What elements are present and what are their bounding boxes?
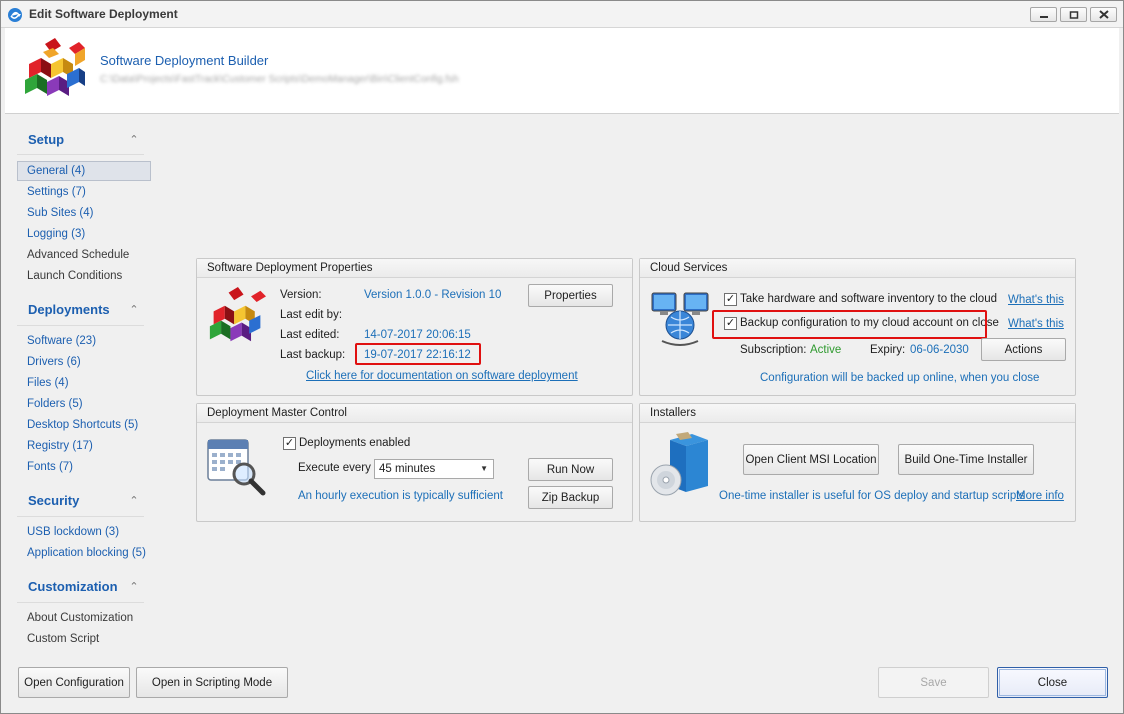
documentation-link[interactable]: Click here for documentation on software… — [306, 370, 578, 382]
subscription-label: Subscription: — [740, 344, 807, 356]
collapse-chevron-icon[interactable]: ⌃ — [128, 303, 140, 316]
sidebar-item-desktop-shortcuts[interactable]: Desktop Shortcuts (5) — [17, 415, 151, 435]
divider — [17, 516, 144, 517]
whats-this-link-backup[interactable]: What's this — [1008, 318, 1064, 330]
maximize-button[interactable] — [1060, 7, 1087, 22]
version-label: Version: — [280, 289, 322, 301]
sidebar-item-fonts[interactable]: Fonts (7) — [17, 457, 151, 477]
zip-backup-button[interactable]: Zip Backup — [528, 486, 613, 509]
section-customization-heading[interactable]: Customization — [28, 579, 118, 594]
run-now-button[interactable]: Run Now — [528, 458, 613, 481]
installer-box-icon — [650, 432, 708, 496]
whats-this-link-inventory[interactable]: What's this — [1008, 294, 1064, 306]
sidebar-item-software[interactable]: Software (23) — [17, 331, 151, 351]
build-installer-button[interactable]: Build One-Time Installer — [898, 444, 1034, 475]
software-blocks-icon — [209, 287, 266, 342]
sidebar-item-registry[interactable]: Registry (17) — [17, 436, 151, 456]
open-scripting-mode-button[interactable]: Open in Scripting Mode — [136, 667, 288, 698]
execution-note: An hourly execution is typically suffici… — [298, 490, 503, 502]
close-button[interactable]: Close — [997, 667, 1108, 698]
sidebar-item-files[interactable]: Files (4) — [17, 373, 151, 393]
properties-panel-title: Software Deployment Properties — [197, 259, 632, 278]
sidebar-item-custom-script[interactable]: Custom Script — [17, 629, 151, 649]
sidebar-item-logging[interactable]: Logging (3) — [17, 224, 151, 244]
actions-button[interactable]: Actions — [981, 338, 1066, 361]
cloud-panel-title: Cloud Services — [640, 259, 1075, 278]
open-configuration-button[interactable]: Open Configuration — [18, 667, 130, 698]
section-deployments-heading[interactable]: Deployments — [28, 302, 110, 317]
properties-panel: Software Deployment Properties Version: … — [196, 258, 633, 396]
collapse-chevron-icon[interactable]: ⌃ — [128, 494, 140, 507]
expiry-label: Expiry: — [870, 344, 906, 356]
installer-note: One-time installer is useful for OS depl… — [719, 490, 1026, 502]
open-msi-location-button[interactable]: Open Client MSI Location — [743, 444, 879, 475]
software-blocks-logo-icon — [25, 38, 85, 96]
sidebar-item-usb-lockdown[interactable]: USB lockdown (3) — [17, 522, 151, 542]
last-backup-label: Last backup: — [280, 349, 346, 361]
inventory-label[interactable]: Take hardware and software inventory to … — [740, 293, 997, 305]
inventory-checkbox[interactable]: ✓ — [724, 293, 737, 306]
sidebar-item-general[interactable]: General (4) — [17, 161, 151, 181]
last-edited-value: 14-07-2017 20:06:15 — [364, 329, 471, 341]
sidebar-item-advanced-schedule[interactable]: Advanced Schedule — [17, 245, 151, 265]
collapse-chevron-icon[interactable]: ⌃ — [128, 580, 140, 593]
divider — [17, 602, 144, 603]
divider — [17, 325, 144, 326]
section-setup-heading[interactable]: Setup — [28, 132, 64, 147]
header-title: Software Deployment Builder — [100, 53, 269, 68]
installers-panel: Installers Open Client MSI Location Buil… — [639, 403, 1076, 522]
highlight-box — [355, 343, 481, 365]
header-banner: Software Deployment Builder C:\Data\Proj… — [5, 28, 1119, 114]
sidebar-item-application-blocking[interactable]: Application blocking (5) — [17, 543, 151, 563]
maximize-icon — [1069, 10, 1078, 19]
cloud-network-icon — [651, 292, 709, 346]
master-control-panel: Deployment Master Control ✓ Deployments … — [196, 403, 633, 522]
sidebar-item-about-customization[interactable]: About Customization — [17, 608, 151, 628]
last-edited-label: Last edited: — [280, 329, 340, 341]
window-title: Edit Software Deployment — [29, 7, 178, 21]
minimize-icon — [1039, 15, 1048, 18]
master-panel-title: Deployment Master Control — [197, 404, 632, 423]
dropdown-arrow-icon: ▼ — [480, 464, 488, 473]
execute-every-label: Execute every — [298, 462, 371, 474]
close-icon — [1098, 10, 1109, 19]
installers-panel-title: Installers — [640, 404, 1075, 423]
config-file-path: C:\Data\Projects\FastTrack\Customer Scri… — [100, 74, 459, 85]
execute-interval-value: 45 minutes — [379, 463, 436, 475]
properties-button[interactable]: Properties — [528, 284, 613, 307]
edit-software-deployment-window: Edit Software Deployment Software Deploy… — [0, 0, 1124, 714]
sidebar-item-settings[interactable]: Settings (7) — [17, 182, 151, 202]
save-button[interactable]: Save — [878, 667, 989, 698]
cloud-note: Configuration will be backed up online, … — [760, 372, 1040, 384]
title-bar[interactable]: Edit Software Deployment — [1, 1, 1123, 28]
sidebar-item-launch-conditions[interactable]: Launch Conditions — [17, 266, 151, 286]
collapse-chevron-icon[interactable]: ⌃ — [128, 133, 140, 146]
version-value: Version 1.0.0 - Revision 10 — [364, 289, 502, 301]
sidebar-item-sub-sites[interactable]: Sub Sites (4) — [17, 203, 151, 223]
cloud-services-panel: Cloud Services ✓ Take hardware and softw… — [639, 258, 1076, 396]
more-info-link[interactable]: More info — [1016, 490, 1064, 502]
calendar-search-icon — [207, 439, 266, 496]
sidebar-item-drivers[interactable]: Drivers (6) — [17, 352, 151, 372]
section-security-heading[interactable]: Security — [28, 493, 79, 508]
subscription-status: Active — [810, 344, 842, 356]
close-window-button[interactable] — [1090, 7, 1117, 22]
last-edit-by-label: Last edit by: — [280, 309, 343, 321]
divider — [17, 154, 144, 155]
sidebar-item-folders[interactable]: Folders (5) — [17, 394, 151, 414]
execute-interval-select[interactable]: 45 minutes ▼ — [374, 459, 494, 479]
expiry-value: 06-06-2030 — [910, 344, 969, 356]
deployments-enabled-checkbox[interactable]: ✓ — [283, 437, 296, 450]
highlight-box — [712, 310, 987, 339]
minimize-button[interactable] — [1030, 7, 1057, 22]
app-icon — [8, 8, 22, 22]
deployments-enabled-label[interactable]: Deployments enabled — [299, 437, 410, 449]
